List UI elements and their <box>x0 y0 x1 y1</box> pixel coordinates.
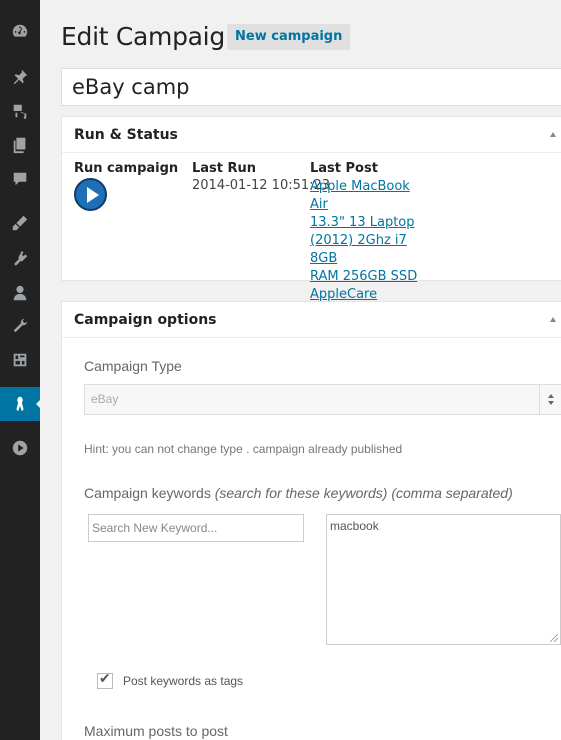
collapse-arrow-icon[interactable] <box>550 132 556 137</box>
campaign-keywords-label: Campaign keywords (search for these keyw… <box>84 485 513 501</box>
users-icon[interactable] <box>0 278 40 308</box>
campaign-options-box: Campaign options Campaign Type eBay Hint… <box>61 301 561 740</box>
last-post-column: Last Post Apple MacBook Air 13.3" 13 Lap… <box>310 161 430 304</box>
max-posts-label: Maximum posts to post <box>84 723 228 739</box>
run-status-title: Run & Status <box>74 127 178 143</box>
comments-icon[interactable] <box>0 164 40 194</box>
last-post-line: (2012) 2Ghz i7 8GB <box>310 233 407 266</box>
campaign-type-label: Campaign Type <box>84 358 182 374</box>
appearance-icon[interactable] <box>0 208 40 238</box>
post-keywords-tags-row: Post keywords as tags <box>97 671 244 689</box>
last-post-line: Apple MacBook Air <box>310 179 410 212</box>
campaign-type-value: eBay <box>91 392 119 406</box>
pages-icon[interactable] <box>0 130 40 160</box>
dashboard-icon[interactable] <box>0 16 40 46</box>
run-campaign-button[interactable] <box>74 178 107 211</box>
page-title: Edit Campaign <box>61 22 241 51</box>
new-campaign-button[interactable]: New campaign <box>227 24 351 50</box>
resize-grip-icon[interactable] <box>550 634 558 642</box>
run-campaign-column: Run campaign <box>74 161 178 211</box>
run-status-box: Run & Status Run campaign Last Run 2014-… <box>61 116 561 302</box>
post-keywords-tags-checkbox[interactable] <box>97 671 113 689</box>
run-status-header[interactable]: Run & Status <box>62 117 561 153</box>
campaign-title-input[interactable]: eBay camp <box>61 68 561 106</box>
last-post-line: 13.3" 13 Laptop <box>310 215 415 230</box>
keywords-value: macbook <box>330 519 379 533</box>
tools-icon[interactable] <box>0 311 40 341</box>
campaign-options-title: Campaign options <box>74 312 217 328</box>
collapse-arrow-icon[interactable] <box>550 317 556 322</box>
admin-menu <box>0 0 41 740</box>
run-campaign-label: Run campaign <box>74 161 179 176</box>
last-post-link[interactable]: Apple MacBook Air 13.3" 13 Laptop (2012)… <box>310 178 430 304</box>
campaign-type-hint: Hint: you can not change type . campaign… <box>84 442 403 456</box>
keywords-textarea[interactable]: macbook <box>326 514 561 645</box>
last-post-line: RAM 256GB SSD <box>310 269 418 284</box>
keywords-label-text: Campaign keywords <box>84 485 211 501</box>
campaign-type-select[interactable]: eBay <box>84 384 561 415</box>
pin-icon[interactable] <box>0 62 40 92</box>
last-post-label: Last Post <box>310 161 378 176</box>
post-keywords-tags-label: Post keywords as tags <box>123 674 244 688</box>
keywords-label-hint: (search for these keywords) (comma separ… <box>214 485 513 501</box>
select-arrows-icon <box>539 385 561 414</box>
plugins-icon[interactable] <box>0 243 40 273</box>
play-icon[interactable] <box>0 433 40 463</box>
media-icon[interactable] <box>0 96 40 126</box>
wp-automatic-icon[interactable] <box>0 387 41 421</box>
search-keyword-input[interactable]: Search New Keyword... <box>88 514 304 542</box>
campaign-options-header[interactable]: Campaign options <box>62 302 561 338</box>
settings-icon[interactable] <box>0 345 40 375</box>
